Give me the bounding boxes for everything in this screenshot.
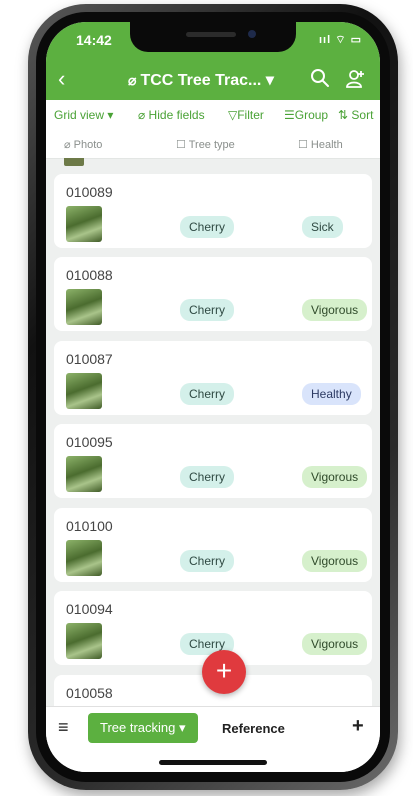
group-button[interactable]: ☰Group [284,108,328,122]
record-card[interactable]: 010095 Cherry Vigorous [54,424,372,498]
menu-icon[interactable]: ≡ [58,717,69,738]
add-user-icon[interactable] [344,68,366,90]
health-tag: Healthy [302,383,361,405]
table-title[interactable]: ⌀ TCC Tree Trac... ▾ [128,70,274,90]
column-header: ⌀ Photo ☐ Tree type ☐ Health [46,130,380,159]
record-id: 010095 [66,434,113,450]
health-tag: Vigorous [302,633,368,655]
nav-bar: ‹ ⌀ TCC Tree Trac... ▾ [46,60,380,100]
record-card[interactable]: 010100 Cherry Vigorous [54,508,372,582]
record-id: 010058 [66,685,113,701]
health-tag: Vigorous [302,550,368,572]
notch [130,22,296,52]
record-id: 010094 [66,601,113,617]
add-table-icon[interactable]: + [352,715,364,738]
record-id: 010089 [66,184,113,200]
column-tree-type[interactable]: ☐ Tree type [176,138,235,151]
tab-reference[interactable]: Reference [222,721,285,736]
health-tag: Sick [302,216,343,238]
speaker [186,32,236,37]
grid-view-button[interactable]: Grid view ▾ [54,108,113,122]
health-tag: Vigorous [302,466,368,488]
sort-button[interactable]: ⇅ Sort [338,108,373,122]
tree-type-tag: Cherry [180,550,235,572]
column-health[interactable]: ☐ Health [298,138,343,151]
tree-type-tag: Cherry [180,466,235,488]
view-toolbar: Grid view ▾ ⌀ Hide fields ▽Filter ☰Group… [46,100,380,130]
column-photo[interactable]: ⌀ Photo [64,138,102,151]
bottom-tab-bar: ≡ Tree tracking ▾ Reference + [46,706,380,751]
partial-photo-thumbnail [64,158,84,166]
hide-fields-button[interactable]: ⌀ Hide fields [138,108,205,122]
status-time: 14:42 [76,32,112,48]
record-id: 010100 [66,518,113,534]
back-icon[interactable]: ‹ [58,66,65,92]
tree-photo[interactable] [66,540,102,576]
record-card[interactable]: 010087 Cherry Healthy [54,341,372,415]
tree-photo[interactable] [66,623,102,659]
search-icon[interactable] [310,68,330,88]
camera [248,30,256,38]
health-tag: Vigorous [302,299,368,321]
tree-photo[interactable] [66,456,102,492]
leaf-icon: ⌀ [128,72,137,88]
add-record-button[interactable]: + [202,650,246,694]
tree-photo[interactable] [66,373,102,409]
tree-type-tag: Cherry [180,383,235,405]
tree-type-tag: Cherry [180,299,235,321]
home-indicator[interactable] [159,760,267,765]
app-screen: 14:42 ııl ⌔ ▭ ‹ ⌀ TCC Tree Trac... ▾ Grid… [46,22,380,772]
record-card[interactable]: 010088 Cherry Vigorous [54,257,372,331]
signal-icon: ııl ⌔ ▭ [318,34,362,46]
tab-tree-tracking[interactable]: Tree tracking ▾ [88,713,198,743]
tree-photo[interactable] [66,206,102,242]
record-id: 010087 [66,351,113,367]
filter-button[interactable]: ▽Filter [228,108,264,122]
table-title-label: TCC Tree Trac... ▾ [140,72,274,89]
record-card[interactable]: 010089 Cherry Sick [54,174,372,248]
record-id: 010088 [66,267,113,283]
tree-type-tag: Cherry [180,216,235,238]
tree-photo[interactable] [66,289,102,325]
home-indicator-area [46,750,380,772]
